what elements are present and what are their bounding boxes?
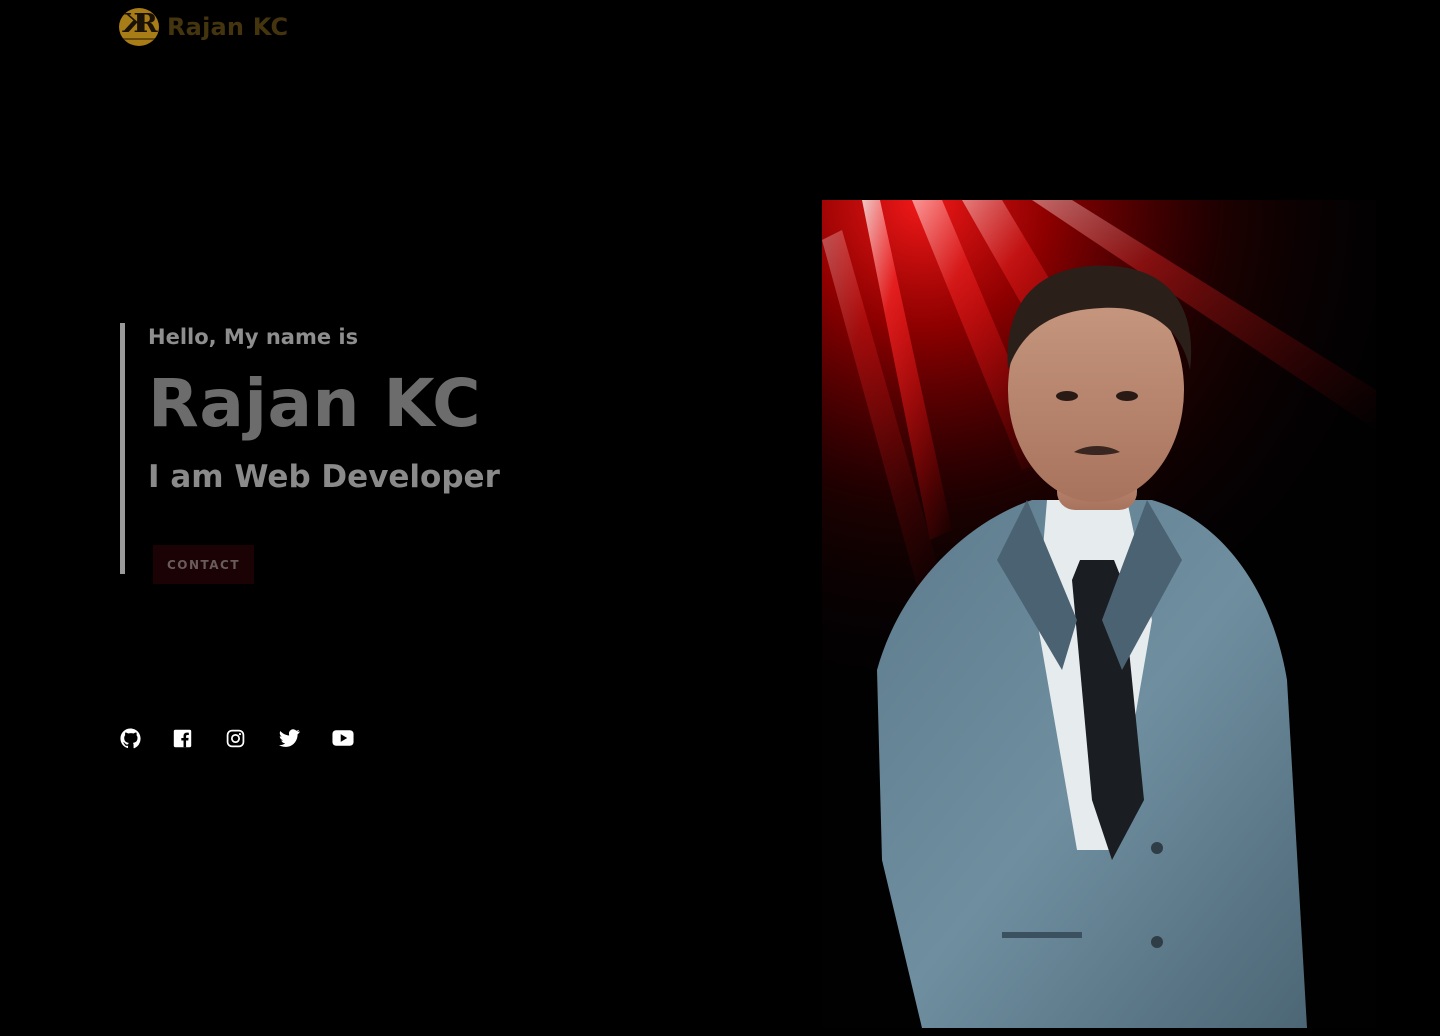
github-link[interactable]: [120, 727, 173, 749]
github-icon: [120, 727, 141, 748]
instagram-icon: [226, 729, 245, 747]
portrait-photo: [822, 200, 1376, 1028]
hero-name: Rajan KC: [148, 365, 482, 442]
portrait-illustration: [822, 200, 1376, 1028]
twitter-link[interactable]: [279, 727, 332, 749]
logo-text: Rajan KC: [167, 13, 289, 41]
hero-intro: Hello, My name is Rajan KC I am Web Deve…: [120, 323, 680, 584]
facebook-icon: [173, 729, 192, 747]
hero-role: I am Web Developer: [148, 459, 500, 495]
youtube-link[interactable]: [332, 727, 385, 749]
social-links: [120, 727, 385, 749]
twitter-icon: [279, 729, 300, 747]
youtube-icon: [332, 730, 354, 746]
contact-button[interactable]: CONTACT: [153, 545, 254, 584]
facebook-link[interactable]: [173, 727, 226, 749]
page: KR Rajan KC Hello, My name is Rajan KC I…: [0, 0, 1440, 1036]
site-logo[interactable]: KR Rajan KC: [119, 8, 288, 46]
logo-mark-icon: KR: [119, 8, 159, 46]
greeting-text: Hello, My name is: [148, 325, 359, 349]
instagram-link[interactable]: [226, 727, 279, 749]
